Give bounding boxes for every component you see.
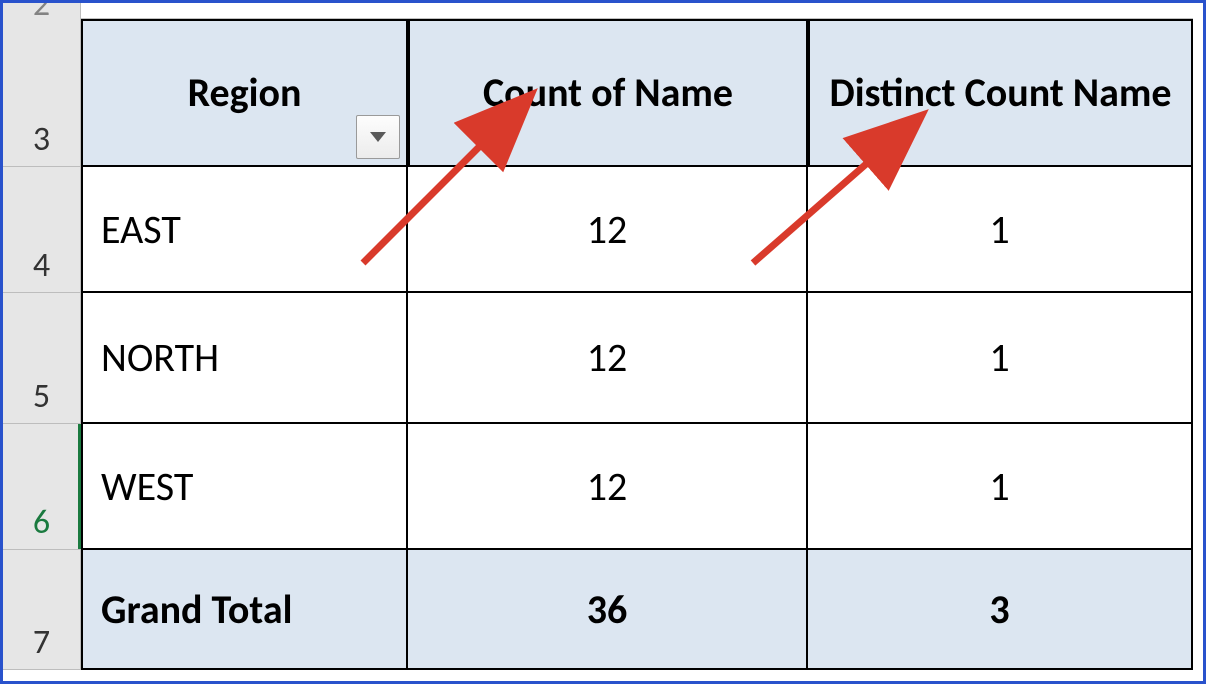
header-text: Distinct Count Name (830, 70, 1172, 116)
cell-value: NORTH (101, 333, 219, 382)
pivot-row-region[interactable]: EAST (81, 167, 408, 293)
cell-value: Grand Total (101, 585, 292, 634)
pivot-grand-total-distinct[interactable]: 3 (808, 550, 1193, 670)
pivot-row-region[interactable]: WEST (81, 424, 408, 550)
pivot-row-count[interactable]: 12 (408, 293, 808, 424)
row-header-2[interactable]: 2 (3, 3, 81, 19)
region-filter-dropdown[interactable] (356, 115, 400, 159)
header-text: Count of Name (483, 70, 733, 116)
row-header-4[interactable]: 4 (3, 167, 81, 293)
empty-cell[interactable] (808, 3, 1193, 19)
cell-value: WEST (101, 462, 193, 511)
row-header-label: 5 (33, 376, 50, 417)
pivot-row-count[interactable]: 12 (408, 167, 808, 293)
pivot-column-header-distinct-count-name[interactable]: Distinct Count Name (808, 19, 1193, 167)
pivot-column-header-count-of-name[interactable]: Count of Name (408, 19, 808, 167)
cell-value: EAST (101, 205, 181, 254)
row-header-6[interactable]: 6 (3, 424, 81, 550)
cell-value: 12 (587, 333, 628, 382)
spreadsheet-viewport: 2 3 Region Count of Name Distinct Count … (0, 0, 1206, 684)
row-header-3[interactable]: 3 (3, 19, 81, 167)
row-header-label: 4 (33, 245, 50, 286)
row-header-5[interactable]: 5 (3, 293, 81, 424)
empty-cell[interactable] (408, 3, 808, 19)
pivot-grand-total-count[interactable]: 36 (408, 550, 808, 670)
cell-value: 3 (989, 585, 1009, 634)
cell-value: 1 (989, 333, 1009, 382)
cell-value: 36 (587, 585, 628, 634)
pivot-row-distinct[interactable]: 1 (808, 424, 1193, 550)
cell-value: 12 (587, 462, 628, 511)
chevron-down-icon (368, 130, 388, 144)
pivot-grand-total-label[interactable]: Grand Total (81, 550, 408, 670)
row-header-label: 3 (33, 119, 50, 160)
cell-value: 12 (587, 205, 628, 254)
pivot-row-region[interactable]: NORTH (81, 293, 408, 424)
empty-cell[interactable] (81, 3, 408, 19)
row-header-label: 7 (33, 622, 50, 663)
row-header-label: 2 (33, 0, 50, 25)
cell-value: 1 (989, 205, 1009, 254)
cell-value: 1 (989, 462, 1009, 511)
pivot-row-distinct[interactable]: 1 (808, 167, 1193, 293)
pivot-row-distinct[interactable]: 1 (808, 293, 1193, 424)
row-header-7[interactable]: 7 (3, 550, 81, 670)
pivot-row-count[interactable]: 12 (408, 424, 808, 550)
pivot-table-grid: 2 3 Region Count of Name Distinct Count … (3, 3, 1203, 670)
pivot-column-header-region[interactable]: Region (81, 19, 408, 167)
header-text: Region (188, 70, 302, 116)
row-header-label: 6 (33, 502, 50, 543)
